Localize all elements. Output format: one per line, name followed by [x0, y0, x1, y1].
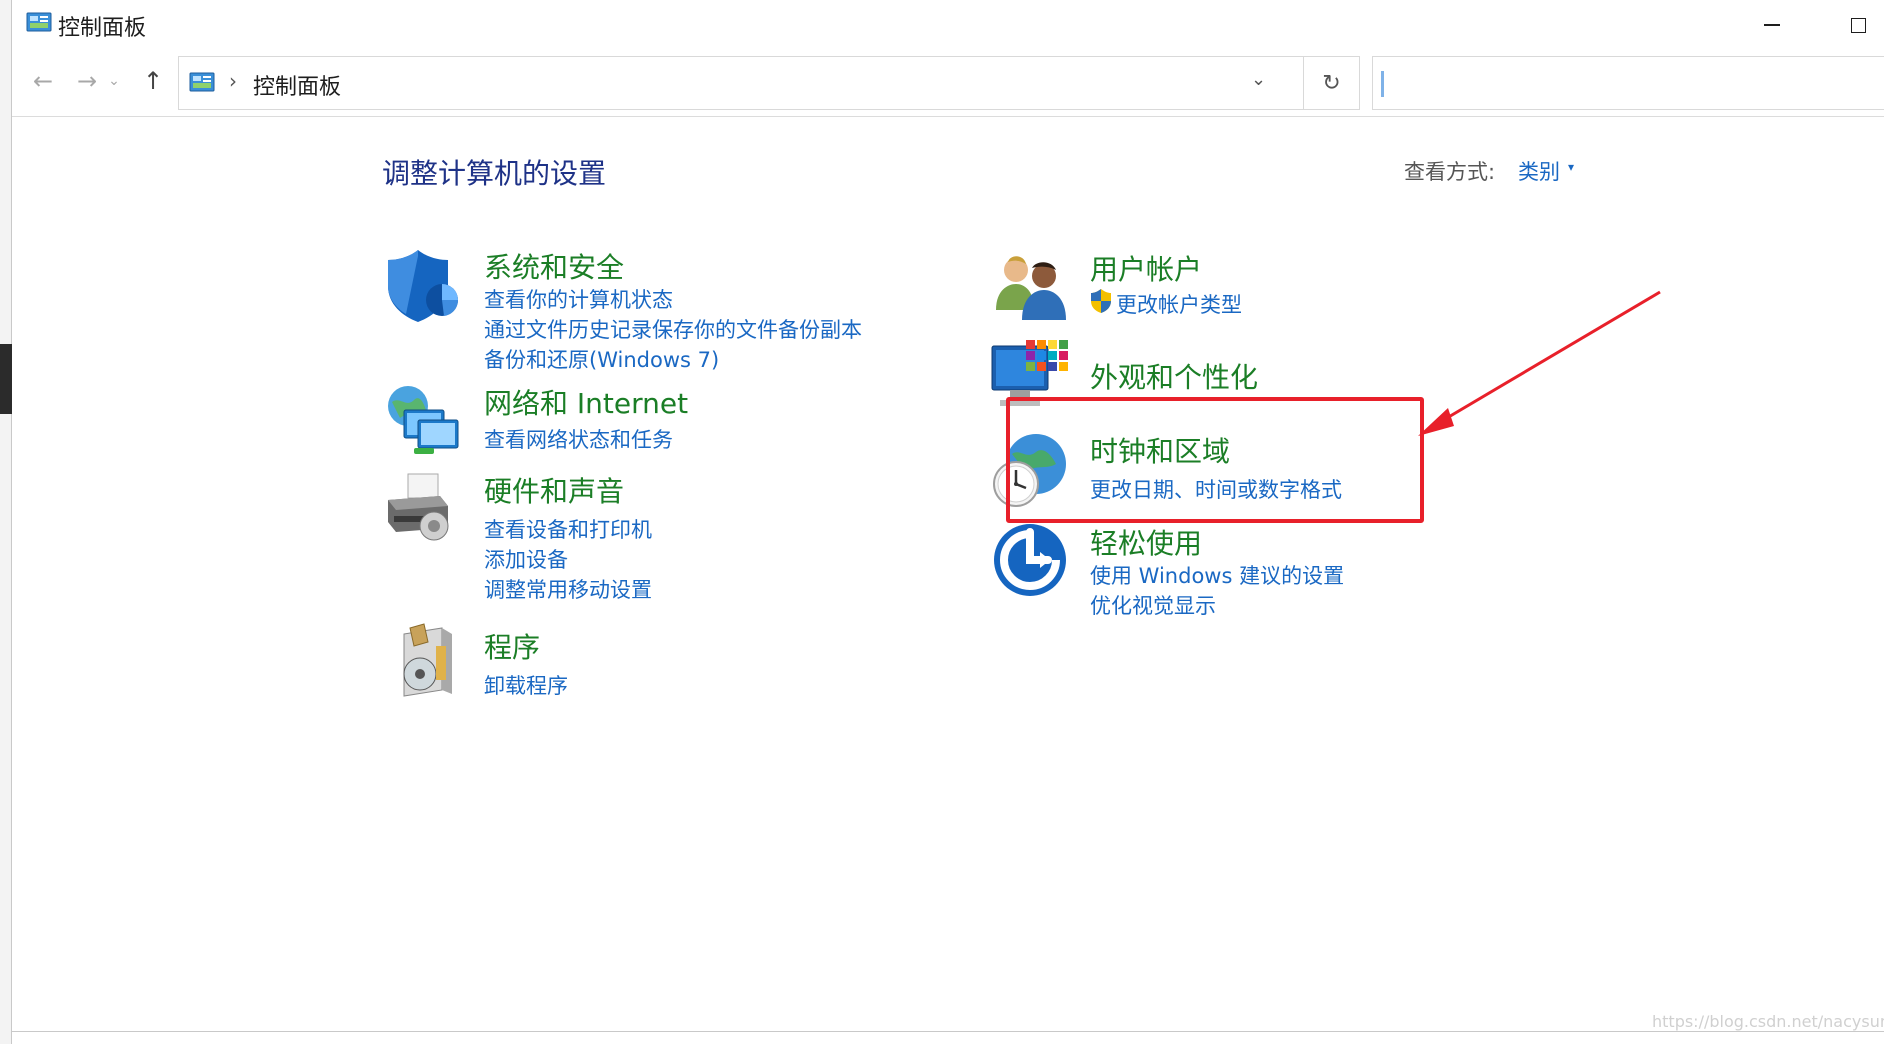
category-title-system-security[interactable]: 系统和安全 [484, 246, 624, 286]
link-uninstall-program[interactable]: 卸载程序 [484, 670, 568, 700]
link-devices-printers[interactable]: 查看设备和打印机 [484, 514, 652, 544]
category-title-ease-of-access[interactable]: 轻松使用 [1090, 522, 1202, 562]
category-title-user-accounts[interactable]: 用户帐户 [1090, 248, 1202, 288]
maximize-icon [1850, 17, 1866, 33]
users-icon[interactable] [990, 248, 1070, 328]
forward-arrow-icon: → [76, 67, 98, 95]
category-programs: 程序 卸载程序 [384, 620, 804, 710]
link-file-history-backup[interactable]: 通过文件历史记录保存你的文件备份副本 [484, 314, 862, 344]
window-title: 控制面板 [58, 16, 147, 41]
chevron-down-icon: ⌄ [108, 73, 120, 89]
minimize-button[interactable] [1742, 8, 1802, 42]
category-user-accounts: 用户帐户 更改帐户类型 [990, 248, 1410, 328]
breadcrumb-control-panel[interactable]: 控制面板 [253, 69, 341, 101]
view-by-dropdown[interactable]: 类别 [1518, 156, 1560, 186]
category-hardware-sound: 硬件和声音 查看设备和打印机 添加设备 调整常用移动设置 [384, 470, 804, 602]
view-by-caret-icon[interactable]: ▾ [1568, 160, 1574, 174]
search-input[interactable] [1372, 56, 1884, 110]
watermark: https://blog.csdn.net/nacysummer [1652, 1012, 1884, 1031]
category-title-network[interactable]: 网络和 Internet [484, 382, 688, 422]
background-dark-block [0, 344, 12, 414]
text-cursor [1381, 71, 1384, 97]
category-title-hardware-sound[interactable]: 硬件和声音 [484, 470, 624, 510]
link-optimize-visual-display[interactable]: 优化视觉显示 [1090, 590, 1216, 620]
address-dropdown-icon[interactable]: ⌄ [1251, 69, 1266, 90]
link-view-computer-status[interactable]: 查看你的计算机状态 [484, 284, 673, 314]
category-system-security: 系统和安全 查看你的计算机状态 通过文件历史记录保存你的文件备份副本 备份和还原… [384, 246, 944, 372]
page-title: 调整计算机的设置 [382, 157, 607, 190]
shield-icon[interactable] [384, 246, 464, 326]
control-panel-icon [189, 72, 215, 92]
ease-of-access-icon[interactable] [990, 518, 1070, 598]
category-ease-of-access: 轻松使用 使用 Windows 建议的设置 优化视觉显示 [990, 518, 1410, 618]
forward-button[interactable]: → [70, 64, 104, 98]
category-title-programs[interactable]: 程序 [484, 626, 540, 666]
link-add-device[interactable]: 添加设备 [484, 544, 568, 574]
back-button[interactable]: ← [26, 64, 60, 98]
nav-divider [12, 116, 1884, 117]
refresh-button[interactable]: ↻ [1304, 56, 1360, 110]
uac-shield-icon [1091, 289, 1111, 313]
link-backup-restore[interactable]: 备份和还原(Windows 7) [484, 344, 719, 374]
control-panel-window: 控制面板 ← → ⌄ ↑ › 控制面板 ⌄ ↻ 调整计算机的设置 查看方式: 类… [12, 0, 1884, 1032]
printer-icon[interactable] [384, 470, 464, 550]
address-bar[interactable]: › 控制面板 ⌄ [178, 56, 1304, 110]
annotation-highlight-box [1006, 397, 1424, 523]
refresh-icon: ↻ [1322, 70, 1341, 96]
link-change-account-type[interactable]: 更改帐户类型 [1116, 289, 1242, 319]
control-panel-app-icon [26, 12, 52, 32]
recent-locations-button[interactable]: ⌄ [104, 64, 124, 98]
up-arrow-icon: ↑ [142, 67, 164, 95]
network-icon[interactable] [384, 382, 464, 462]
category-title-appearance[interactable]: 外观和个性化 [1090, 356, 1258, 396]
link-network-status[interactable]: 查看网络状态和任务 [484, 424, 673, 454]
back-arrow-icon: ← [32, 67, 54, 95]
up-button[interactable]: ↑ [136, 64, 170, 98]
maximize-button[interactable] [1828, 8, 1884, 42]
breadcrumb-separator-icon[interactable]: › [229, 69, 237, 93]
view-by-label: 查看方式: [1404, 160, 1496, 184]
category-network: 网络和 Internet 查看网络状态和任务 [384, 382, 804, 462]
link-recommended-settings[interactable]: 使用 Windows 建议的设置 [1090, 560, 1344, 590]
navigation-bar: ← → ⌄ ↑ › 控制面板 ⌄ ↻ [12, 52, 1884, 112]
programs-icon[interactable] [384, 620, 464, 700]
annotation-arrow-icon [1418, 290, 1661, 436]
title-bar: 控制面板 [12, 0, 1884, 50]
link-mobility-settings[interactable]: 调整常用移动设置 [484, 574, 652, 604]
background-window-edge [0, 0, 12, 1044]
minimize-icon [1764, 24, 1780, 26]
